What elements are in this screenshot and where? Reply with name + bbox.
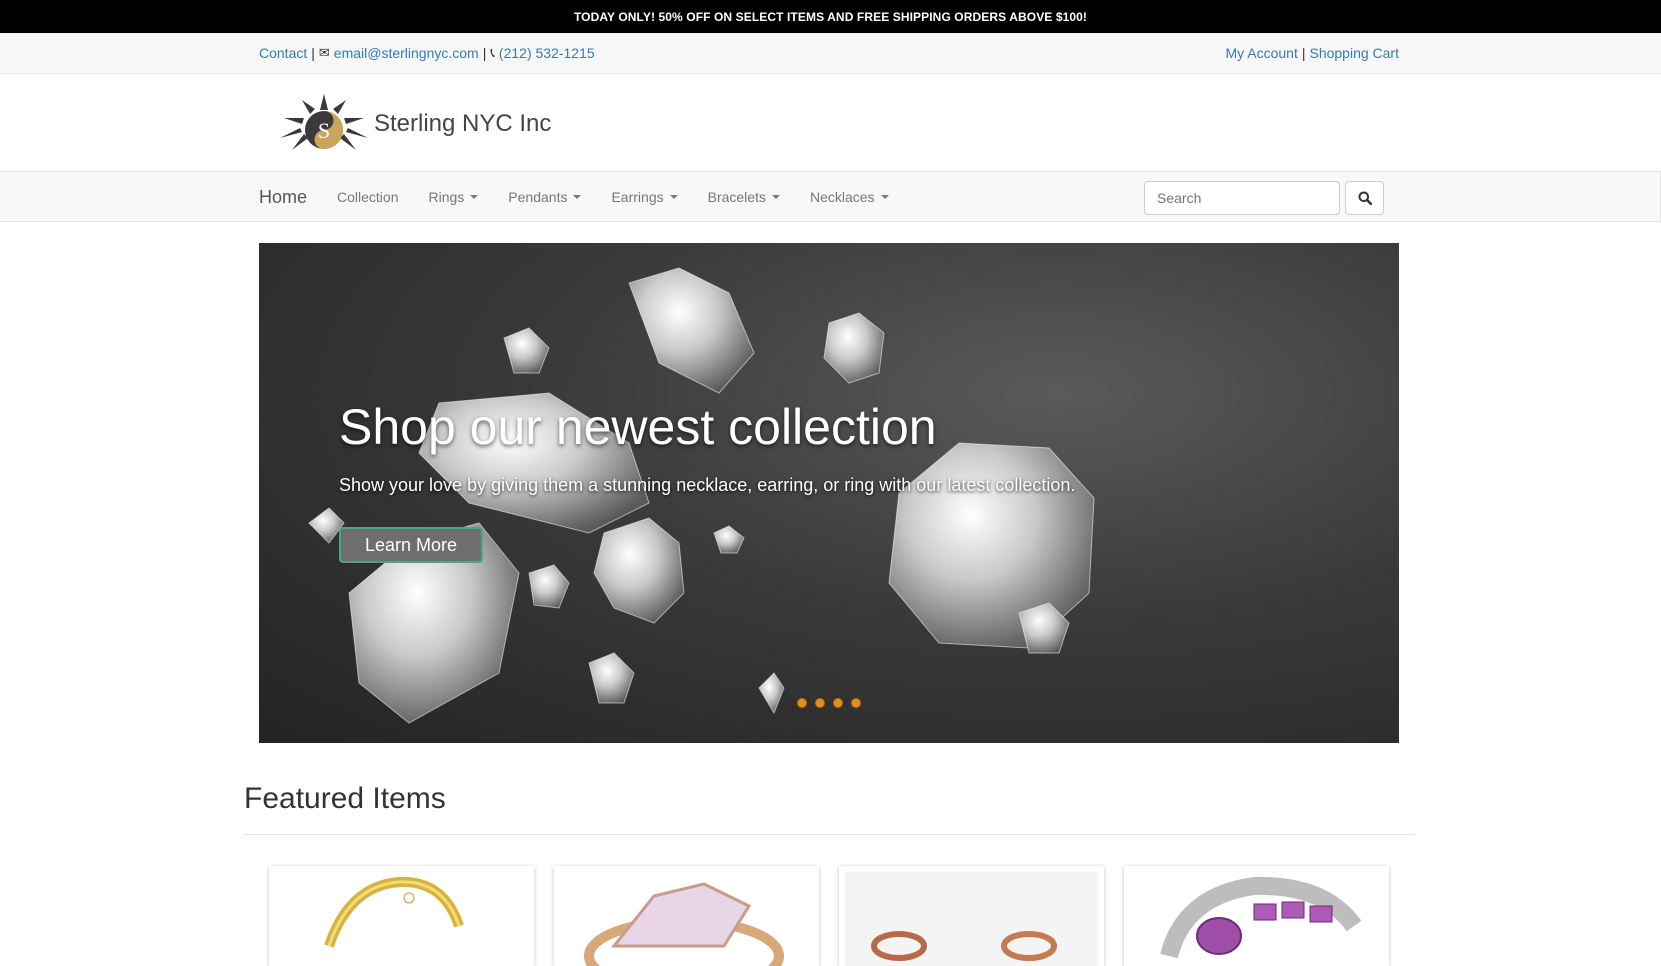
brand-name[interactable]: Sterling NYC Inc [374,110,551,138]
carousel-dot[interactable] [797,698,807,708]
brand-header: S Sterling NYC Inc [0,74,1661,172]
nav-label: Earrings [611,189,664,205]
phone-icon: 📞︎ [490,45,495,60]
hero-subtitle: Show your love by giving them a stunning… [339,475,1076,495]
phone-link[interactable]: (212) 532-1215 [499,45,595,61]
divider [244,834,1414,835]
nav-necklaces[interactable]: Necklaces [810,189,889,205]
copper-ring-image [845,872,1098,966]
product-card-copper-ring[interactable] [839,866,1104,966]
gold-bracelet-image [324,876,464,948]
featured-title: Featured Items [244,782,446,815]
purple-ring-image [1160,876,1362,959]
pink-ring-image [584,882,784,966]
contact-link[interactable]: Contact [259,45,307,61]
carousel-indicators [797,698,861,708]
search-input[interactable] [1144,181,1340,215]
svg-text:S: S [318,118,330,143]
product-card-purple-ring[interactable] [1124,866,1389,966]
nav-pendants[interactable]: Pendants [508,189,582,205]
featured-cards [269,866,1389,966]
nav-home[interactable]: Home [259,187,307,208]
hero-title: Shop our newest collection [339,399,937,455]
search-icon [1358,191,1372,205]
promo-banner: TODAY ONLY! 50% OFF ON SELECT ITEMS AND … [0,0,1661,33]
learn-more-button[interactable]: Learn More [339,527,483,563]
caret-down-icon [771,195,780,199]
carousel-dot[interactable] [851,698,861,708]
top-bar: Contact | ✉ email@sterlingnyc.com | 📞︎ (… [0,33,1661,74]
hero-carousel[interactable]: Shop our newest collection Show your lov… [259,243,1399,743]
carousel-dot[interactable] [833,698,843,708]
caret-down-icon [880,195,889,199]
separator: | [482,45,487,61]
caret-down-icon [669,195,678,199]
nav-rings[interactable]: Rings [429,189,479,205]
nav-label: Rings [428,189,465,205]
nav-label: Collection [337,189,399,205]
sun-logo-icon[interactable]: S [276,92,372,156]
nav-bracelets[interactable]: Bracelets [708,189,780,205]
promo-text: TODAY ONLY! 50% OFF ON SELECT ITEMS AND … [573,9,1088,24]
nav-label: Pendants [508,189,568,205]
caret-down-icon [470,195,479,199]
nav-menu: Home Collection Rings Pendants Earrings … [259,172,919,222]
caret-down-icon [573,195,582,199]
main-navbar: Home Collection Rings Pendants Earrings … [0,172,1661,222]
shopping-cart-link[interactable]: Shopping Cart [1309,45,1399,61]
nav-earrings[interactable]: Earrings [611,189,678,205]
carousel-dot[interactable] [815,698,825,708]
product-card-pink-ring[interactable] [554,866,819,966]
nav-label: Necklaces [809,189,875,205]
separator: | [311,45,315,61]
nav-collection[interactable]: Collection [337,189,398,205]
nav-label: Bracelets [707,189,766,205]
email-link[interactable]: email@sterlingnyc.com [334,45,479,61]
envelope-icon: ✉ [318,45,330,60]
search-button[interactable] [1345,181,1384,215]
separator: | [1301,45,1306,61]
my-account-link[interactable]: My Account [1225,45,1297,61]
product-card-gold-bracelet[interactable] [269,866,534,966]
